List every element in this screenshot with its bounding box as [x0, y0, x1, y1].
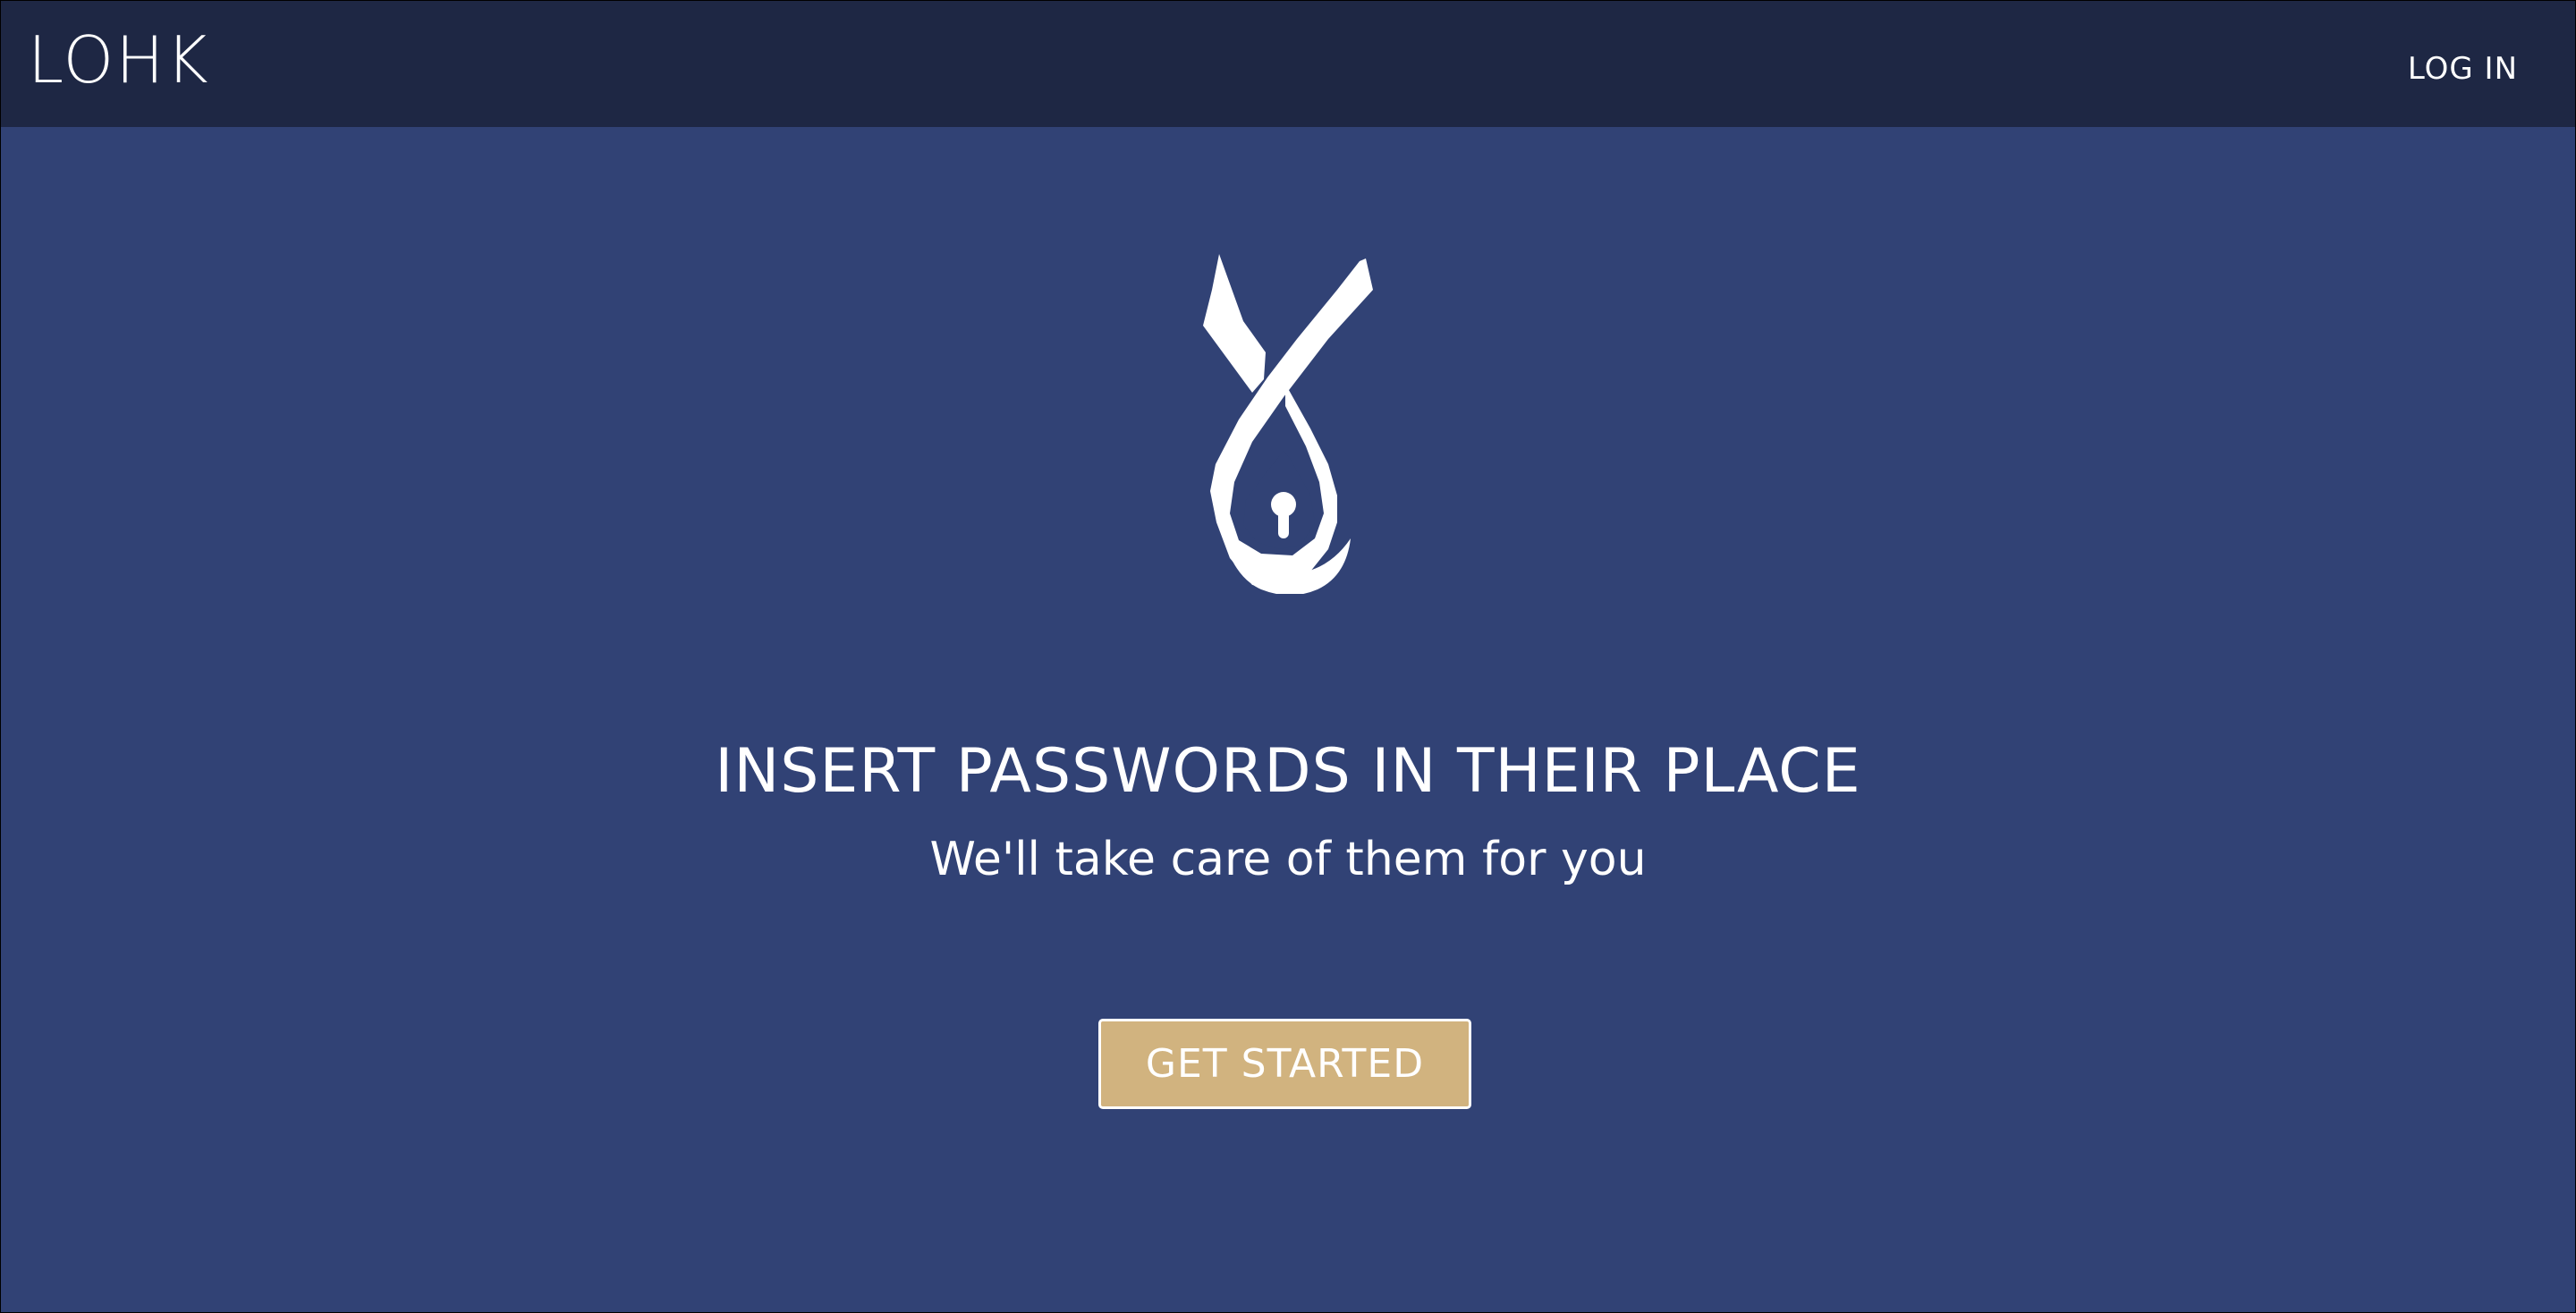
- top-navigation-bar: LOHK LOG IN: [1, 1, 2575, 127]
- ribbon-keyhole-icon: [1203, 254, 1373, 594]
- brand-logo-text[interactable]: LOHK: [28, 28, 210, 92]
- hero-subheadline: We'll take care of them for you: [929, 833, 1647, 886]
- login-link[interactable]: LOG IN: [2408, 51, 2518, 87]
- landing-page: LOHK LOG IN INSERT PASSWORDS IN THEIR PL…: [0, 0, 2576, 1313]
- hero-headline: INSERT PASSWORDS IN THEIR PLACE: [715, 736, 1861, 807]
- get-started-button[interactable]: GET STARTED: [1098, 1019, 1471, 1109]
